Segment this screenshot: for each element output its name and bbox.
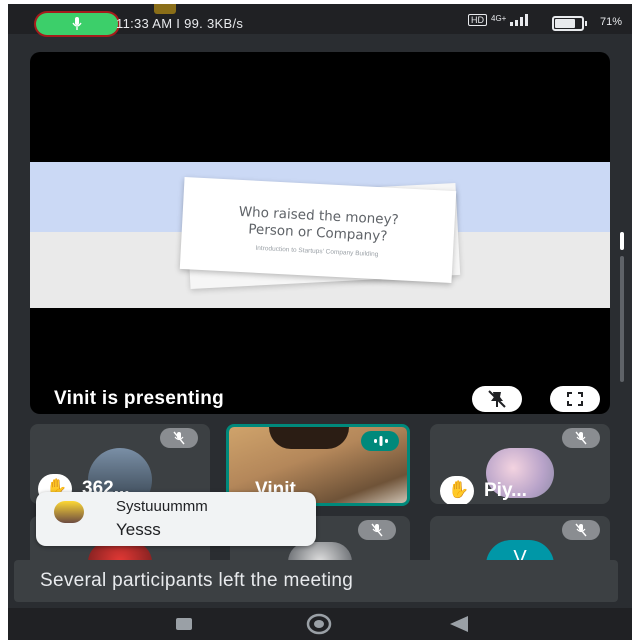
home-icon[interactable] (306, 613, 332, 635)
mic-off-icon (371, 523, 383, 537)
battery-icon (552, 16, 587, 31)
speaking-badge (361, 431, 399, 451)
fullscreen-icon (567, 392, 583, 406)
scroll-indicator[interactable] (620, 232, 624, 382)
unpin-button[interactable] (472, 386, 522, 412)
mic-off-icon (173, 431, 185, 445)
muted-badge (562, 428, 600, 448)
raised-hand-icon: ✋ (448, 480, 470, 499)
hair (269, 427, 349, 449)
network-speed: 99. 3KB/s (184, 16, 244, 31)
signal-indicator: HD 4G+ (468, 14, 531, 27)
mic-icon (72, 17, 82, 30)
clock: 11:33 AM (116, 16, 173, 31)
participant-tile-3[interactable]: ✋ Piy... (430, 424, 610, 504)
pin-off-icon (488, 390, 506, 408)
muted-badge (562, 520, 600, 540)
snackbar: Several participants left the meeting (14, 560, 618, 602)
android-nav-bar (8, 608, 632, 640)
fullscreen-button[interactable] (550, 386, 600, 412)
mic-off-icon (575, 523, 587, 537)
phone-screen: 11:33 AM I 99. 3KB/s HD 4G+ 71% Who raise… (8, 4, 632, 640)
battery-percent: 71% (599, 16, 622, 28)
signal-bars-icon (510, 14, 529, 27)
participant-name: Piy... (484, 480, 527, 501)
status-bar: 11:33 AM I 99. 3KB/s HD 4G+ 71% (8, 4, 632, 35)
toast-message: Yesss (116, 520, 161, 539)
muted-badge (358, 520, 396, 540)
presenter-label: Vinit is presenting (54, 388, 225, 409)
battery-fill (555, 19, 575, 28)
shared-slide: Who raised the money? Person or Company?… (30, 162, 610, 308)
toast-sender: Systuuummm (116, 498, 208, 515)
audio-level-icon (374, 436, 388, 446)
chat-message-toast[interactable]: Systuuummm Yesss (36, 492, 316, 546)
sender-avatar (54, 501, 84, 523)
snackbar-text: Several participants left the meeting (40, 570, 354, 591)
notification-tag (154, 4, 176, 14)
mic-active-indicator[interactable] (36, 13, 118, 35)
presentation-stage[interactable]: Who raised the money? Person or Company?… (30, 52, 610, 414)
hd-icon: HD (468, 14, 487, 26)
recents-icon[interactable] (176, 618, 192, 630)
back-icon[interactable] (448, 616, 468, 632)
mic-off-icon (575, 431, 587, 445)
slide-card: Who raised the money? Person or Company?… (179, 176, 457, 284)
raised-hand-badge: ✋ (440, 476, 474, 504)
slide-question: Who raised the money? Person or Company? (182, 201, 455, 249)
network-type: 4G+ (491, 14, 507, 23)
status-time: 11:33 AM I 99. 3KB/s (116, 16, 244, 31)
muted-badge (160, 428, 198, 448)
